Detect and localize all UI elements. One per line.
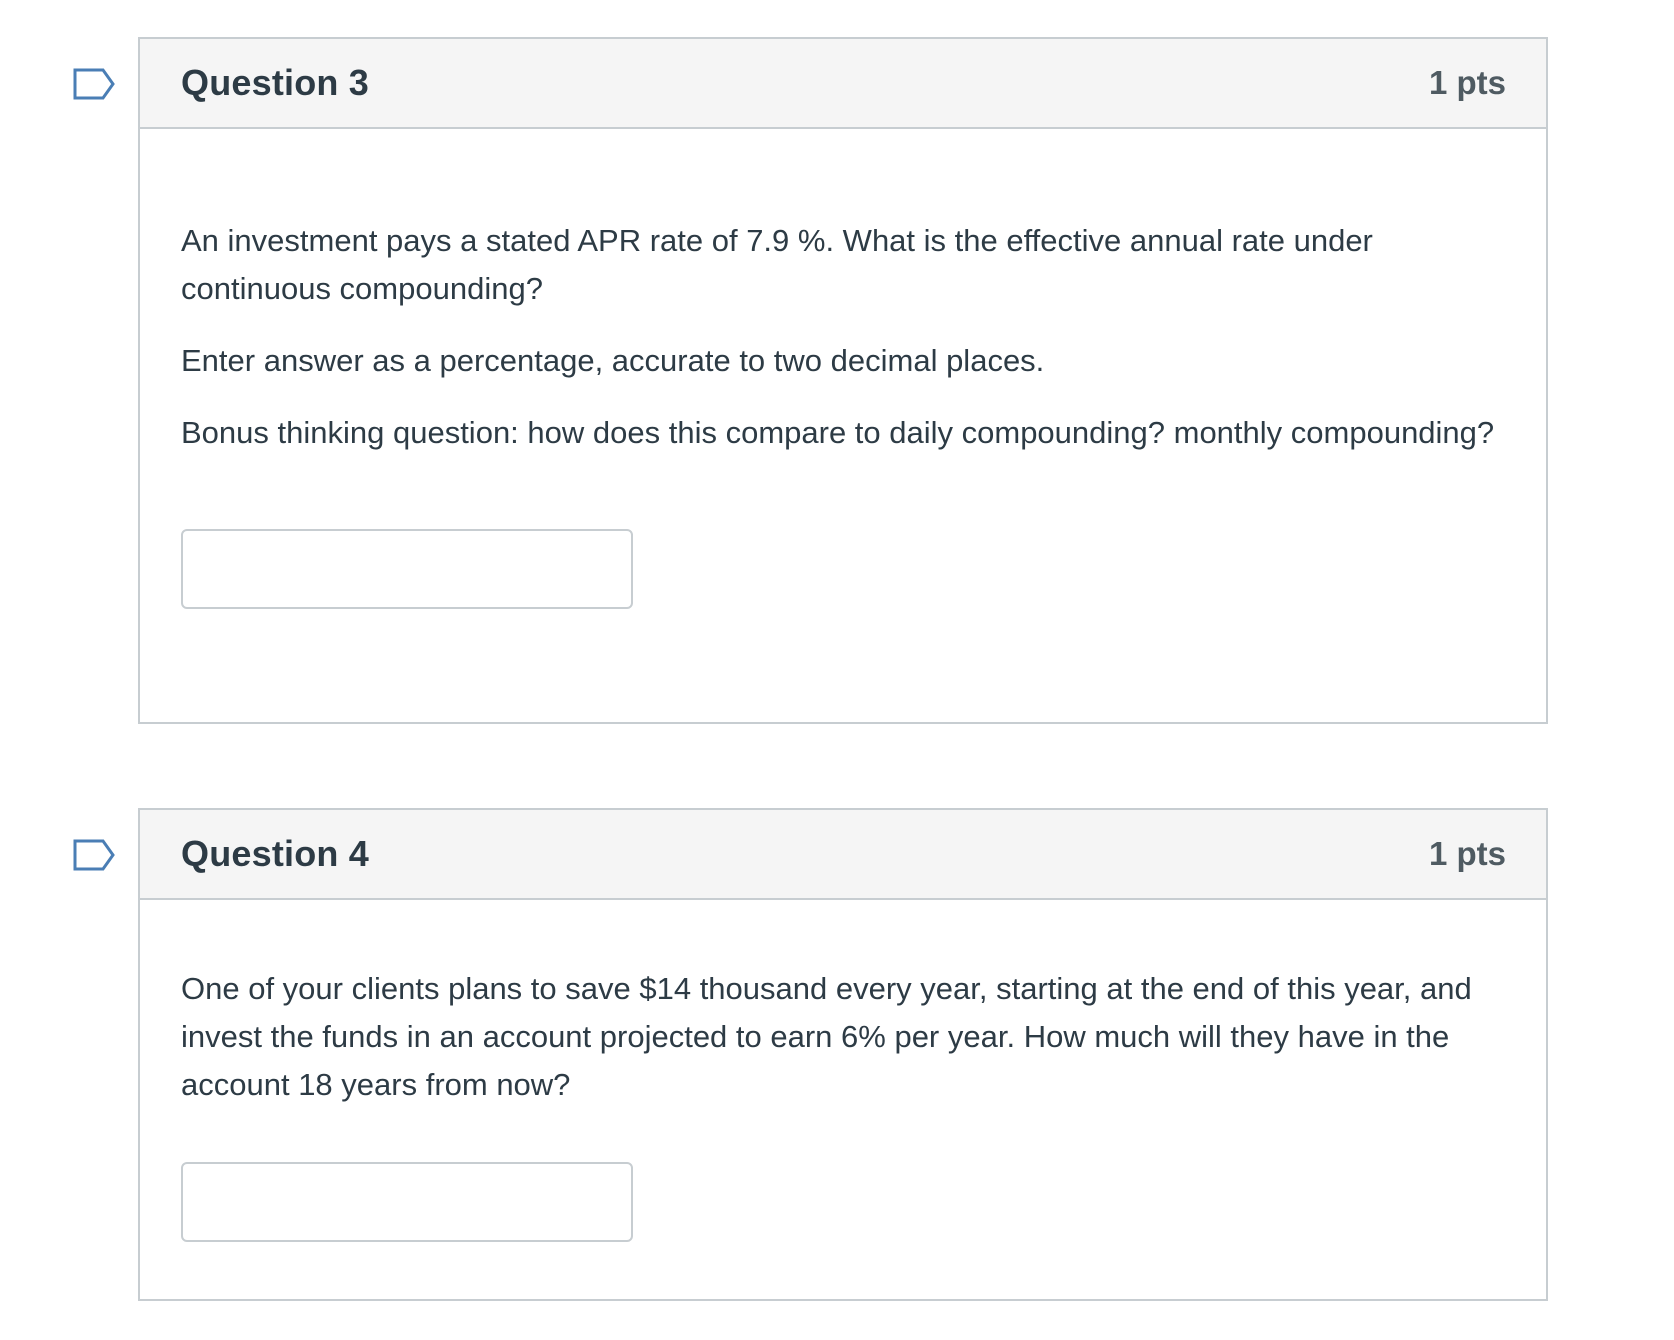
question-card-4: Question 4 1 pts One of your clients pla… xyxy=(73,808,1548,1301)
question-text: An investment pays a stated APR rate of … xyxy=(181,129,1506,457)
question-paragraph: Bonus thinking question: how does this c… xyxy=(181,415,1495,450)
question-card-3: Question 3 1 pts An investment pays a st… xyxy=(73,37,1548,724)
question-points: 1 pts xyxy=(1428,835,1506,872)
question-paragraph: An investment pays a stated APR rate of … xyxy=(181,223,1373,306)
question-paragraph: Enter answer as a percentage, accurate t… xyxy=(181,343,1045,378)
answer-input[interactable] xyxy=(181,529,633,609)
question-body: An investment pays a stated APR rate of … xyxy=(140,129,1546,609)
question-text: One of your clients plans to save $14 th… xyxy=(181,900,1506,1109)
question-title: Question 3 xyxy=(181,62,370,103)
question-header: Question 4 1 pts xyxy=(140,810,1546,900)
question-paragraph: One of your clients plans to save $14 th… xyxy=(181,971,1472,1102)
question-points: 1 pts xyxy=(1428,64,1506,101)
question-body: One of your clients plans to save $14 th… xyxy=(140,900,1546,1242)
flag-question-icon[interactable] xyxy=(72,838,116,872)
answer-input[interactable] xyxy=(181,1162,633,1242)
question-header: Question 3 1 pts xyxy=(140,39,1546,129)
question-title: Question 4 xyxy=(181,833,370,874)
flag-question-icon[interactable] xyxy=(72,67,116,101)
